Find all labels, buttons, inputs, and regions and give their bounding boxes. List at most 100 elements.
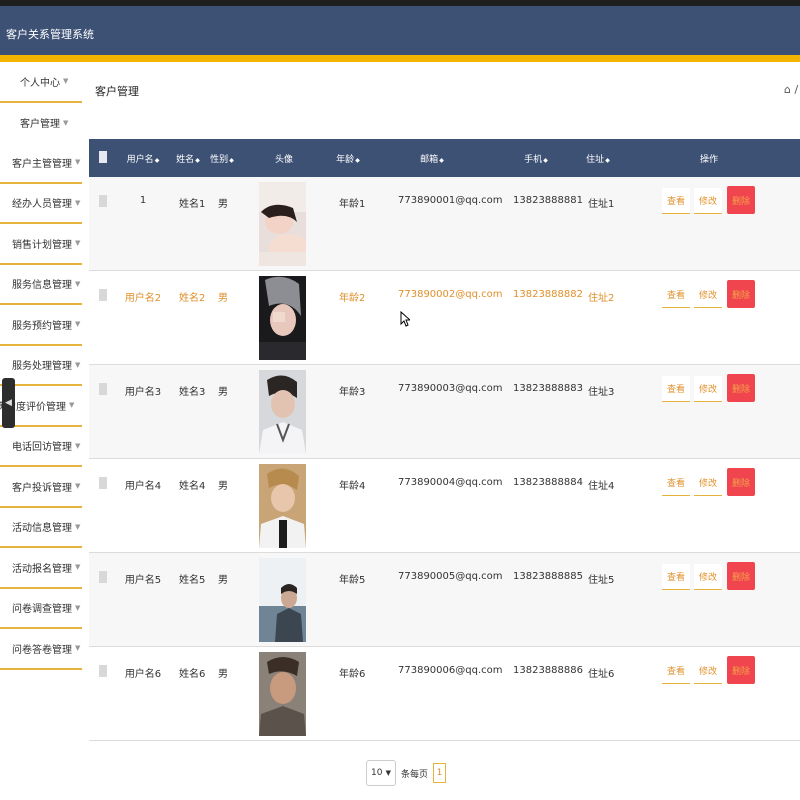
- sidebar-item-activity-signup[interactable]: 活动报名管理 ▼: [0, 548, 82, 589]
- cell-gender: 男: [218, 481, 228, 492]
- caret-down-icon: ▼: [75, 198, 81, 207]
- select-all-checkbox[interactable]: [99, 151, 107, 163]
- sidebar-item-personal-center[interactable]: 个人中心 ▼: [0, 62, 82, 103]
- cell-address: 住址1: [588, 199, 615, 210]
- column-header-label: 住址: [586, 155, 605, 165]
- chevron-down-icon: ▼: [385, 769, 391, 777]
- delete-button[interactable]: 删除: [727, 280, 755, 308]
- avatar: [259, 370, 306, 454]
- breadcrumb[interactable]: ⌂ /: [784, 83, 798, 96]
- column-header-label: 姓名: [176, 155, 195, 165]
- table-header: 用户名◆ 姓名◆ 性别◆ 头像 年龄◆ 邮箱◆ 手机◆ 住址◆ 操作: [89, 139, 800, 177]
- sidebar-item-label: 电话回访管理: [12, 442, 72, 454]
- sidebar-item-phone-followup[interactable]: 电话回访管理 ▼: [0, 427, 82, 467]
- row-checkbox[interactable]: [99, 289, 107, 301]
- view-button[interactable]: 查看: [662, 188, 690, 214]
- column-header-address[interactable]: 住址◆: [586, 152, 610, 165]
- column-header-name[interactable]: 姓名◆: [176, 152, 200, 165]
- edit-button[interactable]: 修改: [694, 188, 722, 214]
- edit-button[interactable]: 修改: [694, 564, 722, 590]
- view-button[interactable]: 查看: [662, 376, 690, 402]
- avatar: [259, 276, 306, 360]
- avatar: [259, 182, 306, 266]
- cell-gender: 男: [218, 575, 228, 586]
- delete-button[interactable]: 删除: [727, 468, 755, 496]
- cell-username: 1: [139, 195, 147, 206]
- sidebar-item-label: 客户主管管理: [12, 158, 72, 170]
- avatar: [259, 558, 306, 642]
- sidebar-collapse-toggle[interactable]: ◀: [2, 378, 15, 428]
- sidebar-item-label: 服务预约管理: [12, 320, 72, 332]
- edit-button[interactable]: 修改: [694, 470, 722, 496]
- sidebar-item-survey-answers[interactable]: 问卷答卷管理 ▼: [0, 629, 82, 670]
- cell-gender: 男: [218, 387, 228, 398]
- column-header-label: 邮箱: [420, 155, 439, 165]
- sidebar-item-handler-staff[interactable]: 经办人员管理 ▼: [0, 184, 82, 224]
- sidebar-item-customer-supervisor[interactable]: 客户主管管理 ▼: [0, 143, 82, 184]
- delete-button[interactable]: 删除: [727, 656, 755, 684]
- sidebar-item-label: 活动信息管理: [12, 523, 72, 535]
- table-row: 用户名4 姓名4 男 年龄4 773890004@qq.com 13823888…: [89, 459, 800, 553]
- column-header-age[interactable]: 年龄◆: [336, 152, 360, 165]
- page-size-select[interactable]: 10 ▼: [366, 760, 396, 786]
- column-header-actions: 操作: [699, 155, 719, 165]
- sidebar-item-customer-management[interactable]: 客户管理 ▼: [0, 103, 82, 144]
- row-checkbox[interactable]: [99, 665, 107, 677]
- cell-phone: 13823888886: [513, 665, 583, 676]
- cell-email: 773890005@qq.com: [398, 571, 503, 582]
- view-button[interactable]: 查看: [662, 564, 690, 590]
- avatar: [259, 464, 306, 548]
- row-checkbox[interactable]: [99, 477, 107, 489]
- sort-icon: ◆: [154, 157, 160, 164]
- caret-down-icon: ▼: [63, 77, 69, 86]
- view-button[interactable]: 查看: [662, 282, 690, 308]
- chevron-left-icon: ◀: [5, 398, 12, 408]
- row-checkbox[interactable]: [99, 571, 107, 583]
- cell-name: 姓名3: [179, 387, 206, 398]
- sidebar-item-service-booking[interactable]: 服务预约管理 ▼: [0, 305, 82, 346]
- cell-name: 姓名5: [179, 575, 206, 586]
- sidebar-item-service-info[interactable]: 服务信息管理 ▼: [0, 265, 82, 305]
- sort-icon: ◆: [195, 157, 200, 164]
- sidebar: 个人中心 ▼ 客户管理 ▼ 客户主管管理 ▼ 经办人员管理 ▼ 销售计划管理 ▼ 服务信息…: [0, 62, 82, 670]
- sidebar-item-sales-plan[interactable]: 销售计划管理 ▼: [0, 224, 82, 265]
- sidebar-item-complaints[interactable]: 客户投诉管理 ▼: [0, 467, 82, 508]
- sort-icon: ◆: [439, 157, 444, 164]
- cell-address: 住址4: [588, 481, 615, 492]
- caret-down-icon: ▼: [75, 441, 81, 450]
- row-checkbox[interactable]: [99, 195, 107, 207]
- page-title: 客户管理: [95, 85, 139, 98]
- row-checkbox[interactable]: [99, 383, 107, 395]
- column-header-label: 手机: [524, 155, 543, 165]
- column-header-avatar: 头像: [274, 155, 294, 165]
- caret-down-icon: ▼: [75, 320, 81, 329]
- view-button[interactable]: 查看: [662, 658, 690, 684]
- view-button[interactable]: 查看: [662, 470, 690, 496]
- column-header-phone[interactable]: 手机◆: [524, 152, 548, 165]
- sidebar-item-label: 服务信息管理: [12, 280, 72, 292]
- delete-button[interactable]: 删除: [727, 186, 755, 214]
- caret-down-icon: ▼: [75, 522, 81, 531]
- per-page-label: 条每页: [401, 769, 429, 780]
- caret-down-icon: ▼: [63, 118, 69, 127]
- cell-username: 用户名6: [124, 669, 162, 680]
- edit-button[interactable]: 修改: [694, 376, 722, 402]
- delete-button[interactable]: 删除: [727, 374, 755, 402]
- edit-button[interactable]: 修改: [694, 282, 722, 308]
- table-row: 用户名2 姓名2 男 年龄2 773890002@qq.com 13823888…: [89, 271, 800, 365]
- cell-phone: 13823888884: [513, 477, 583, 488]
- app-title: 客户关系管理系统: [6, 28, 94, 41]
- sidebar-item-survey[interactable]: 问卷调查管理 ▼: [0, 589, 82, 629]
- sidebar-item-label: 活动报名管理: [12, 563, 72, 575]
- edit-button[interactable]: 修改: [694, 658, 722, 684]
- column-header-email[interactable]: 邮箱◆: [420, 152, 444, 165]
- avatar: [259, 652, 306, 736]
- page-button-current[interactable]: 1: [433, 763, 447, 783]
- delete-button[interactable]: 删除: [727, 562, 755, 590]
- column-header-username[interactable]: 用户名◆: [127, 152, 160, 165]
- cell-name: 姓名6: [179, 669, 206, 680]
- cell-age: 年龄4: [339, 481, 366, 492]
- column-header-gender[interactable]: 性别◆: [210, 152, 234, 165]
- sidebar-item-activity-info[interactable]: 活动信息管理 ▼: [0, 508, 82, 548]
- cell-name: 姓名1: [179, 199, 206, 210]
